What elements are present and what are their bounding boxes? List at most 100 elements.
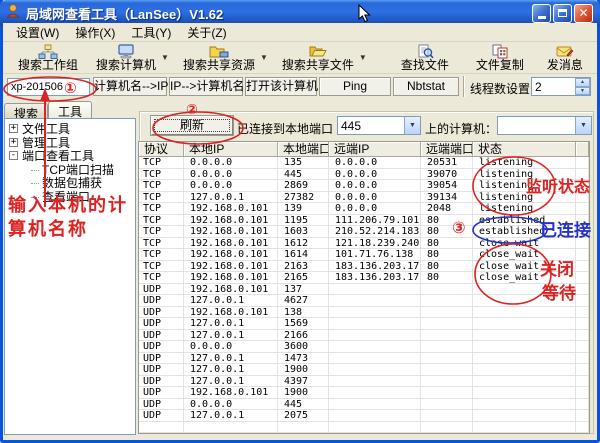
- tree-item-label: 查看端口: [31, 188, 90, 205]
- port-view-panel: 刷新 已连接到本地端口 445 ▼ 上的计算机： ▼ 协议 本地IP 本地端口 远端I…: [137, 100, 596, 436]
- file-copy-icon: [491, 44, 509, 59]
- send-message-button[interactable]: 发消息: [542, 43, 588, 73]
- table-row[interactable]: TCP 0.0.0.0 135 0.0.0.0 20531 listening: [139, 157, 589, 169]
- computer-combobox[interactable]: ▼: [497, 116, 592, 135]
- local-port-combobox[interactable]: 445 ▼: [337, 116, 421, 135]
- close-button[interactable]: ✕: [574, 3, 593, 23]
- table-row[interactable]: UDP 192.168.0.101 137: [139, 283, 589, 295]
- search-computer-button[interactable]: 搜索计算机: [91, 43, 161, 73]
- menubar: 设置(W) 操作(X) 工具(Y) 关于(Z): [3, 23, 597, 42]
- chevron-down-icon[interactable]: ▼: [575, 117, 591, 134]
- menu-operate[interactable]: 操作(X): [68, 22, 122, 43]
- computer-on-label: 上的计算机：: [425, 122, 498, 136]
- stepper-up-icon[interactable]: ▲: [575, 78, 590, 87]
- collapse-icon[interactable]: -: [9, 151, 18, 161]
- maximize-button[interactable]: [553, 3, 572, 23]
- search-computer-icon: [117, 43, 135, 59]
- column-header[interactable]: 状态: [473, 142, 576, 157]
- table-row[interactable]: [139, 421, 589, 433]
- column-header[interactable]: 本地IP: [184, 142, 278, 157]
- ip-to-name-button[interactable]: IP-->计算机名: [169, 77, 244, 96]
- table-row[interactable]: TCP 192.168.0.101 1603 210.52.214.183 80 esta…: [139, 226, 589, 238]
- main-area: 搜索 工具 + 文件工具 + 管理工具 - 端口查看工具 TCP端口扫描 数据包捕获 查看端口 …: [3, 100, 597, 437]
- expand-icon[interactable]: +: [9, 124, 18, 134]
- search-workgroup-button[interactable]: 搜索工作组: [13, 43, 83, 73]
- local-port-value: 445: [341, 119, 362, 133]
- window-frame: 局域网查看工具（LanSee）V1.62 ✕ 设置(W) 操作(X) 工具(Y)…: [0, 0, 600, 443]
- window-title: 局域网查看工具（LanSee）V1.62: [26, 6, 224, 22]
- toolbar-button-label: 搜索共享资源: [182, 57, 255, 72]
- column-header[interactable]: [576, 142, 589, 157]
- column-header[interactable]: 协议: [139, 142, 184, 157]
- find-file-button[interactable]: 查找文件: [396, 43, 454, 73]
- computer-name-input[interactable]: [7, 78, 90, 96]
- toolbar-button-label: 搜索计算机: [96, 57, 157, 72]
- menu-about[interactable]: 关于(Z): [180, 22, 233, 43]
- tools-tree: + 文件工具 + 管理工具 - 端口查看工具 TCP端口扫描 数据包捕获 查看端口: [4, 118, 136, 435]
- table-row[interactable]: UDP 192.168.0.101 1900: [139, 387, 589, 399]
- table-row[interactable]: TCP 127.0.0.1 27382 0.0.0.0 39134 listening: [139, 191, 589, 203]
- table-row[interactable]: TCP 192.168.0.101 1614 101.71.76.138 80 close…: [139, 249, 589, 261]
- table-row[interactable]: TCP 0.0.0.0 2869 0.0.0.0 39054 listening: [139, 180, 589, 192]
- table-row[interactable]: UDP 127.0.0.1 4397: [139, 375, 589, 387]
- actionbar-separator: [463, 76, 464, 97]
- column-header[interactable]: 远端端口: [421, 142, 473, 157]
- table-row[interactable]: UDP 0.0.0.0 3600: [139, 341, 589, 353]
- search-shared-resource-button[interactable]: 搜索共享资源: [178, 43, 260, 73]
- table-row[interactable]: UDP 127.0.0.1 2166: [139, 329, 589, 341]
- menu-settings[interactable]: 设置(W): [9, 22, 66, 43]
- open-computer-button[interactable]: 打开该计算机: [245, 77, 318, 96]
- search-shared-file-dropdown-icon[interactable]: ▼: [359, 53, 367, 62]
- table-row[interactable]: TCP 0.0.0.0 445 0.0.0.0 39070 listening: [139, 168, 589, 180]
- minimize-button[interactable]: [532, 3, 551, 23]
- toolbar-button-label: 发消息: [546, 57, 583, 72]
- table-row[interactable]: [139, 433, 589, 434]
- app-window: 局域网查看工具（LanSee）V1.62 ✕ 设置(W) 操作(X) 工具(Y)…: [0, 0, 600, 443]
- table-row[interactable]: TCP 192.168.0.101 2165 183.136.203.17 80 clos…: [139, 272, 589, 284]
- table-row[interactable]: UDP 127.0.0.1 1569: [139, 318, 589, 330]
- name-to-ip-button[interactable]: 计算机名-->IP: [93, 77, 168, 96]
- table-row[interactable]: UDP 127.0.0.1 1473: [139, 352, 589, 364]
- table-row[interactable]: TCP 192.168.0.101 2163 183.136.203.17 80 clos…: [139, 260, 589, 272]
- table-row[interactable]: UDP 0.0.0.0 445: [139, 398, 589, 410]
- column-header[interactable]: 远端IP: [329, 142, 421, 157]
- table-row[interactable]: TCP 192.168.0.101 1195 111.206.79.101 80 esta…: [139, 214, 589, 226]
- shared-resource-icon: [209, 44, 229, 59]
- tab-search[interactable]: 搜索: [4, 103, 49, 121]
- stepper-down-icon[interactable]: ▼: [575, 86, 590, 95]
- toolbar-button-label: 文件复制: [475, 57, 524, 72]
- thread-count-value: 2: [535, 80, 542, 94]
- chevron-down-icon[interactable]: ▼: [404, 117, 420, 134]
- table-row[interactable]: TCP 192.168.0.101 139 0.0.0.0 2048 listening: [139, 203, 589, 215]
- search-shared-file-button[interactable]: 搜索共享文件: [277, 43, 359, 73]
- toolbar-button-label: 查找文件: [400, 57, 449, 72]
- table-row[interactable]: UDP 127.0.0.1 2075: [139, 410, 589, 422]
- app-icon: [5, 3, 21, 24]
- find-file-icon: [416, 44, 434, 59]
- table-row[interactable]: UDP 192.168.0.101 138: [139, 306, 589, 318]
- search-shared-resource-dropdown-icon[interactable]: ▼: [260, 53, 268, 62]
- workgroup-icon: [38, 44, 58, 59]
- table-row[interactable]: TCP 192.168.0.101 1612 121.18.239.240 80 clos…: [139, 237, 589, 249]
- tab-tools[interactable]: 工具: [48, 101, 93, 119]
- table-row[interactable]: UDP 127.0.0.1 4627: [139, 295, 589, 307]
- thread-count-stepper[interactable]: 2 ▲ ▼: [531, 77, 591, 96]
- column-header[interactable]: 本地端口: [278, 142, 329, 157]
- tab-strip: 搜索 工具: [4, 101, 93, 121]
- connections-table: 协议 本地IP 本地端口 远端IP 远端端口 状态 TCP 0.0.0.0 135 0.0.0.…: [138, 141, 590, 434]
- close-icon: ✕: [578, 6, 589, 20]
- nbtstat-button[interactable]: Nbtstat: [393, 77, 459, 96]
- ping-button[interactable]: Ping: [319, 77, 391, 96]
- shared-file-icon: [308, 44, 328, 59]
- send-message-icon: [556, 44, 574, 59]
- refresh-button[interactable]: 刷新: [151, 116, 233, 135]
- search-computer-dropdown-icon[interactable]: ▼: [161, 53, 169, 62]
- toolbar-button-label: 搜索工作组: [18, 57, 79, 72]
- connections-table-body: TCP 0.0.0.0 135 0.0.0.0 20531 listening TCP 0.0…: [139, 157, 589, 434]
- table-row[interactable]: UDP 127.0.0.1 1900: [139, 364, 589, 376]
- toolbar-button-label: 搜索共享文件: [281, 57, 354, 72]
- menu-tools[interactable]: 工具(Y): [124, 22, 178, 43]
- file-copy-button[interactable]: 文件复制: [471, 43, 529, 73]
- tree-item[interactable]: 查看端口: [5, 190, 135, 204]
- expand-icon[interactable]: +: [9, 137, 18, 147]
